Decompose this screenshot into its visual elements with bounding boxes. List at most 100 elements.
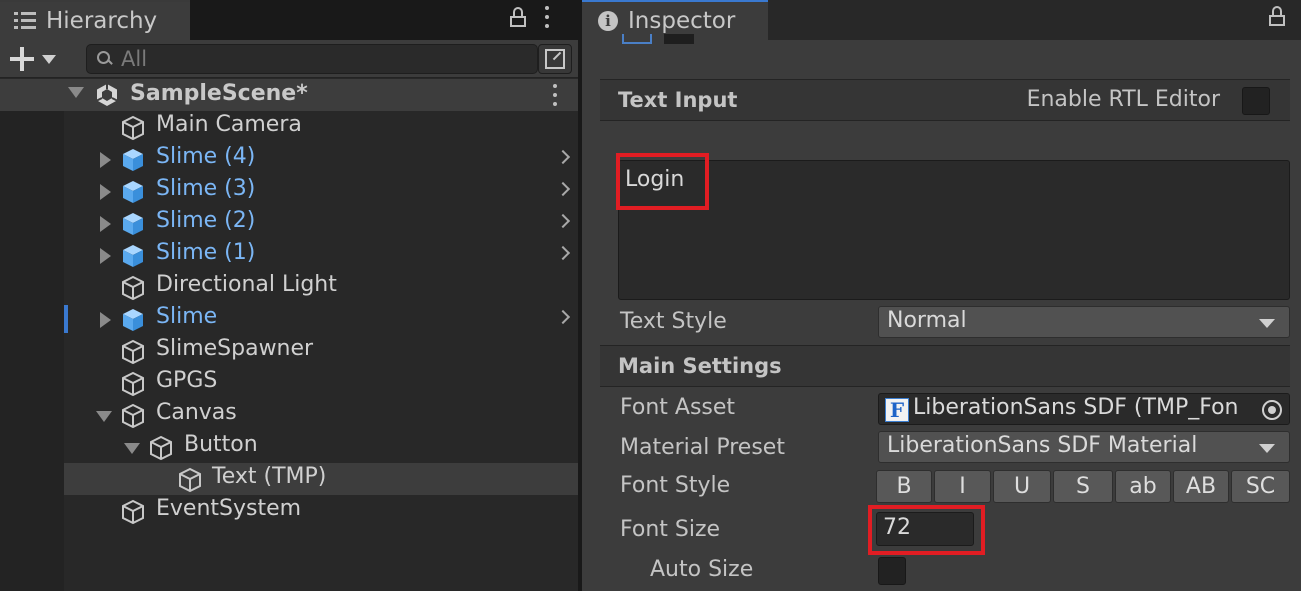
scene-visibility-icon — [545, 49, 565, 69]
font-asset-value: LiberationSans SDF (TMP_Fon — [913, 395, 1239, 420]
smallcaps-button[interactable]: SC — [1231, 470, 1290, 503]
rtl-editor-label: Enable RTL Editor — [1026, 87, 1220, 112]
search-input[interactable] — [121, 47, 501, 71]
hierarchy-item-slime-4[interactable]: Slime (4) — [64, 143, 578, 175]
hierarchy-item-label: GPGS — [156, 368, 218, 393]
hierarchy-item-label: SlimeSpawner — [156, 336, 314, 361]
text-input-title: Text Input — [618, 88, 738, 112]
hierarchy-item-label: Slime (2) — [156, 208, 256, 233]
hierarchy-item-directional-light[interactable]: Directional Light — [64, 271, 578, 303]
highlight-login-text — [616, 153, 709, 210]
lock-icon[interactable] — [1269, 6, 1285, 26]
font-asset-icon: F — [885, 398, 909, 422]
material-preset-dropdown[interactable]: LiberationSans SDF Material — [878, 431, 1290, 463]
prefab-cube-icon — [123, 181, 143, 203]
list-icon — [14, 10, 36, 32]
hierarchy-item-label: Text (TMP) — [212, 464, 327, 489]
text-input-header[interactable]: Text Input Enable RTL Editor — [600, 79, 1290, 121]
main-settings-header[interactable]: Main Settings — [600, 345, 1290, 387]
hierarchy-item-slime-3[interactable]: Slime (3) — [64, 175, 578, 207]
font-size-label: Font Size — [620, 517, 721, 542]
hierarchy-item-slime-2[interactable]: Slime (2) — [64, 207, 578, 239]
italic-button[interactable]: I — [934, 470, 991, 503]
fold-closed-icon[interactable] — [100, 248, 111, 264]
scene-visibility-button[interactable] — [538, 44, 572, 74]
gameobject-cube-icon — [122, 499, 144, 525]
prefab-cube-icon — [123, 309, 143, 331]
unity-scene-icon — [96, 84, 118, 106]
font-asset-field[interactable]: F LiberationSans SDF (TMP_Fon — [878, 393, 1290, 425]
fold-closed-icon[interactable] — [100, 152, 111, 168]
dropdown-arrow-icon — [1259, 444, 1275, 453]
rtl-editor-checkbox[interactable] — [1242, 87, 1270, 115]
chevron-right-icon[interactable] — [555, 213, 571, 229]
hierarchy-item-label: Slime (3) — [156, 176, 256, 201]
lowercase-button[interactable]: ab — [1115, 470, 1171, 503]
hierarchy-item-label: Slime — [156, 304, 218, 329]
auto-size-checkbox[interactable] — [878, 557, 906, 585]
gameobject-cube-icon — [150, 435, 172, 461]
gameobject-cube-icon — [122, 275, 144, 301]
highlight-font-size — [868, 505, 985, 555]
object-picker-button[interactable] — [1255, 394, 1289, 424]
dropdown-arrow-icon — [42, 54, 56, 64]
hierarchy-item-label: Button — [184, 432, 258, 457]
main-settings-title: Main Settings — [618, 354, 782, 378]
hierarchy-toolbar — [0, 40, 578, 78]
underline-button[interactable]: U — [993, 470, 1051, 503]
text-style-value: Normal — [887, 308, 967, 333]
fold-closed-icon[interactable] — [100, 216, 111, 232]
hierarchy-item-label: Slime (1) — [156, 240, 256, 265]
hierarchy-item-slime[interactable]: Slime — [64, 303, 578, 335]
create-button[interactable] — [10, 46, 66, 72]
bold-button[interactable]: B — [876, 470, 932, 503]
fold-closed-icon[interactable] — [100, 184, 111, 200]
search-icon — [97, 51, 113, 67]
hierarchy-panel: Hierarchy SampleScene* — [0, 0, 578, 591]
text-style-dropdown[interactable]: Normal — [878, 306, 1290, 338]
chevron-right-icon[interactable] — [555, 309, 571, 325]
chevron-right-icon[interactable] — [555, 181, 571, 197]
scene-more-icon[interactable] — [552, 84, 558, 106]
hierarchy-item-text-tmp[interactable]: Text (TMP) — [64, 463, 578, 495]
hierarchy-item-eventsystem[interactable]: EventSystem — [64, 495, 578, 527]
text-input-area[interactable]: Login — [618, 160, 1290, 300]
fold-closed-icon[interactable] — [100, 312, 111, 328]
fold-open-icon[interactable] — [68, 87, 84, 98]
hierarchy-item-label: Main Camera — [156, 112, 302, 137]
more-options-icon[interactable] — [544, 6, 550, 28]
gameobject-cube-icon — [122, 339, 144, 365]
auto-size-label: Auto Size — [650, 557, 754, 582]
inspector-tab-label: Inspector — [628, 8, 736, 34]
plus-icon — [10, 47, 34, 71]
hierarchy-item-gpgs[interactable]: GPGS — [64, 367, 578, 399]
hierarchy-item-button[interactable]: Button — [64, 431, 578, 463]
chevron-right-icon[interactable] — [555, 245, 571, 261]
hierarchy-item-canvas[interactable]: Canvas — [64, 399, 578, 431]
hierarchy-search[interactable] — [86, 44, 538, 74]
tab-hierarchy[interactable]: Hierarchy — [0, 0, 190, 40]
info-icon: i — [598, 11, 618, 31]
hierarchy-item-slimespawner[interactable]: SlimeSpawner — [64, 335, 578, 367]
inspector-tab-tools — [1269, 6, 1285, 26]
chevron-right-icon[interactable] — [555, 149, 571, 165]
prefab-cube-icon — [123, 149, 143, 171]
scene-name: SampleScene* — [130, 81, 308, 106]
fold-open-icon[interactable] — [96, 411, 112, 422]
hierarchy-item-slime-1[interactable]: Slime (1) — [64, 239, 578, 271]
lock-icon[interactable] — [510, 7, 526, 27]
hierarchy-item-main-camera[interactable]: Main Camera — [64, 111, 578, 143]
dropdown-arrow-icon — [1259, 319, 1275, 328]
fold-open-icon[interactable] — [124, 443, 140, 454]
hierarchy-item-label: Canvas — [156, 400, 237, 425]
font-asset-label: Font Asset — [620, 395, 736, 420]
component-toggle[interactable] — [664, 34, 694, 44]
strikethrough-button[interactable]: S — [1053, 470, 1113, 503]
hierarchy-item-label: Directional Light — [156, 272, 337, 297]
material-preset-value: LiberationSans SDF Material — [887, 433, 1198, 458]
gameobject-cube-icon — [122, 403, 144, 429]
scene-header[interactable]: SampleScene* — [0, 79, 578, 111]
material-preset-label: Material Preset — [620, 435, 785, 460]
font-style-buttons: B I U S ab AB SC — [876, 470, 1290, 503]
uppercase-button[interactable]: AB — [1173, 470, 1229, 503]
